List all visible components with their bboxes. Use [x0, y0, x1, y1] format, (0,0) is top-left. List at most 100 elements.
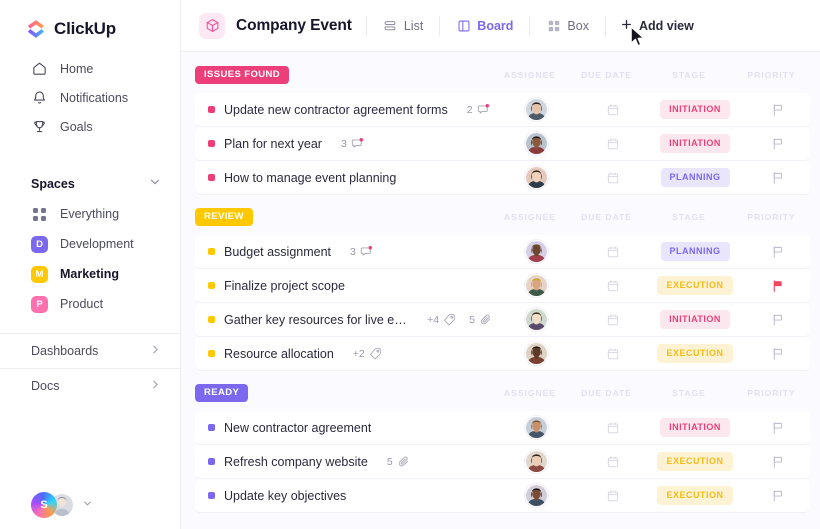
priority-cell[interactable] [745, 279, 810, 293]
stage-cell[interactable]: EXECUTION [645, 344, 745, 363]
task-row[interactable]: Gather key resources for live events +4 5 I… [195, 303, 810, 336]
due-date-cell[interactable] [580, 313, 645, 327]
priority-cell[interactable] [745, 421, 810, 435]
task-title-cell[interactable]: Update key objectives [195, 489, 492, 503]
flag-icon[interactable] [771, 279, 785, 293]
due-date-cell[interactable] [580, 279, 645, 293]
calendar-icon[interactable] [606, 103, 620, 117]
due-date-cell[interactable] [580, 103, 645, 117]
priority-cell[interactable] [745, 347, 810, 361]
chevron-down-icon[interactable] [148, 175, 162, 194]
brand[interactable]: ClickUp [0, 0, 180, 44]
assignee-cell[interactable] [492, 308, 580, 331]
priority-cell[interactable] [745, 313, 810, 327]
due-date-cell[interactable] [580, 489, 645, 503]
stage-badge[interactable]: EXECUTION [657, 276, 733, 295]
task-title-cell[interactable]: Resource allocation +2 [195, 347, 492, 361]
add-view-button[interactable]: Add view [620, 18, 694, 34]
priority-cell[interactable] [745, 455, 810, 469]
task-row[interactable]: How to manage event planning PLANNING [195, 161, 810, 194]
task-row[interactable]: Update new contractor agreement forms 2 IN… [195, 93, 810, 126]
stage-cell[interactable]: EXECUTION [645, 276, 745, 295]
stage-badge[interactable]: INITIATION [660, 310, 730, 329]
stage-badge[interactable]: INITIATION [660, 100, 730, 119]
task-title-cell[interactable]: Budget assignment 3 [195, 245, 492, 259]
task-title-cell[interactable]: How to manage event planning [195, 171, 492, 185]
avatar[interactable] [524, 308, 548, 331]
stage-badge[interactable]: EXECUTION [657, 486, 733, 505]
calendar-icon[interactable] [606, 245, 620, 259]
stage-badge[interactable]: PLANNING [660, 242, 730, 261]
flag-icon[interactable] [771, 455, 785, 469]
avatar[interactable] [524, 484, 548, 507]
user-bar[interactable]: S [0, 481, 181, 529]
assignee-cell[interactable] [492, 484, 580, 507]
stage-cell[interactable]: INITIATION [645, 100, 745, 119]
flag-icon[interactable] [771, 103, 785, 117]
avatar[interactable] [524, 274, 548, 297]
workspace-avatar[interactable]: S [31, 492, 57, 518]
calendar-icon[interactable] [606, 489, 620, 503]
sidebar-item-goals[interactable]: Goals [0, 112, 180, 141]
stage-cell[interactable]: INITIATION [645, 310, 745, 329]
tab-list[interactable]: List [381, 15, 425, 36]
sidebar-item-everything[interactable]: Everything [0, 199, 180, 229]
stage-badge[interactable]: INITIATION [660, 418, 730, 437]
avatar[interactable] [524, 450, 548, 473]
calendar-icon[interactable] [606, 347, 620, 361]
avatar[interactable] [524, 132, 548, 155]
task-row[interactable]: Resource allocation +2 EXECUTION [195, 337, 810, 370]
flag-icon[interactable] [771, 137, 785, 151]
flag-icon[interactable] [771, 489, 785, 503]
assignee-cell[interactable] [492, 166, 580, 189]
task-row[interactable]: Finalize project scope EXECUTION [195, 269, 810, 302]
due-date-cell[interactable] [580, 171, 645, 185]
flag-icon[interactable] [771, 245, 785, 259]
calendar-icon[interactable] [606, 137, 620, 151]
assignee-cell[interactable] [492, 240, 580, 263]
task-row[interactable]: Budget assignment 3 PLANNING [195, 235, 810, 268]
tab-board[interactable]: Board [454, 15, 515, 36]
stage-cell[interactable]: EXECUTION [645, 486, 745, 505]
avatar[interactable] [524, 98, 548, 121]
due-date-cell[interactable] [580, 137, 645, 151]
chevron-down-icon[interactable] [82, 496, 93, 514]
calendar-icon[interactable] [606, 313, 620, 327]
spaces-header[interactable]: Spaces [0, 169, 180, 199]
assignee-cell[interactable] [492, 98, 580, 121]
group-status-badge[interactable]: REVIEW [195, 208, 253, 226]
sidebar-item-dashboards[interactable]: Dashboards [0, 333, 180, 368]
stage-cell[interactable]: PLANNING [645, 242, 745, 261]
sidebar-item-home[interactable]: Home [0, 54, 180, 83]
task-title-cell[interactable]: Gather key resources for live events +4 5 [195, 313, 492, 327]
sidebar-item-product[interactable]: P Product [0, 289, 180, 319]
tag-count[interactable]: +2 [353, 347, 382, 360]
priority-cell[interactable] [745, 103, 810, 117]
flag-icon[interactable] [771, 313, 785, 327]
sidebar-item-marketing[interactable]: M Marketing [0, 259, 180, 289]
due-date-cell[interactable] [580, 455, 645, 469]
stage-badge[interactable]: EXECUTION [657, 344, 733, 363]
due-date-cell[interactable] [580, 347, 645, 361]
calendar-icon[interactable] [606, 421, 620, 435]
tab-box[interactable]: Box [544, 15, 591, 36]
group-status-badge[interactable]: READY [195, 384, 249, 402]
task-row[interactable]: Plan for next year 3 INITIATION [195, 127, 810, 160]
assignee-cell[interactable] [492, 450, 580, 473]
stage-badge[interactable]: PLANNING [660, 168, 730, 187]
assignee-cell[interactable] [492, 132, 580, 155]
task-row[interactable]: Refresh company website 5 EXECUTION [195, 445, 810, 478]
calendar-icon[interactable] [606, 455, 620, 469]
attachment-count[interactable]: 5 [387, 455, 410, 468]
group-status-badge[interactable]: ISSUES FOUND [195, 66, 290, 84]
task-row[interactable]: New contractor agreement INITIATION [195, 411, 810, 444]
sidebar-item-development[interactable]: D Development [0, 229, 180, 259]
sidebar-item-notifications[interactable]: Notifications [0, 83, 180, 112]
chevron-right-icon[interactable] [149, 378, 162, 394]
avatar[interactable] [524, 416, 548, 439]
task-title-cell[interactable]: Finalize project scope [195, 279, 492, 293]
attachment-count[interactable]: 5 [469, 313, 492, 326]
comment-count[interactable]: 3 [341, 137, 364, 150]
flag-icon[interactable] [771, 421, 785, 435]
task-title-cell[interactable]: Plan for next year 3 [195, 137, 492, 151]
